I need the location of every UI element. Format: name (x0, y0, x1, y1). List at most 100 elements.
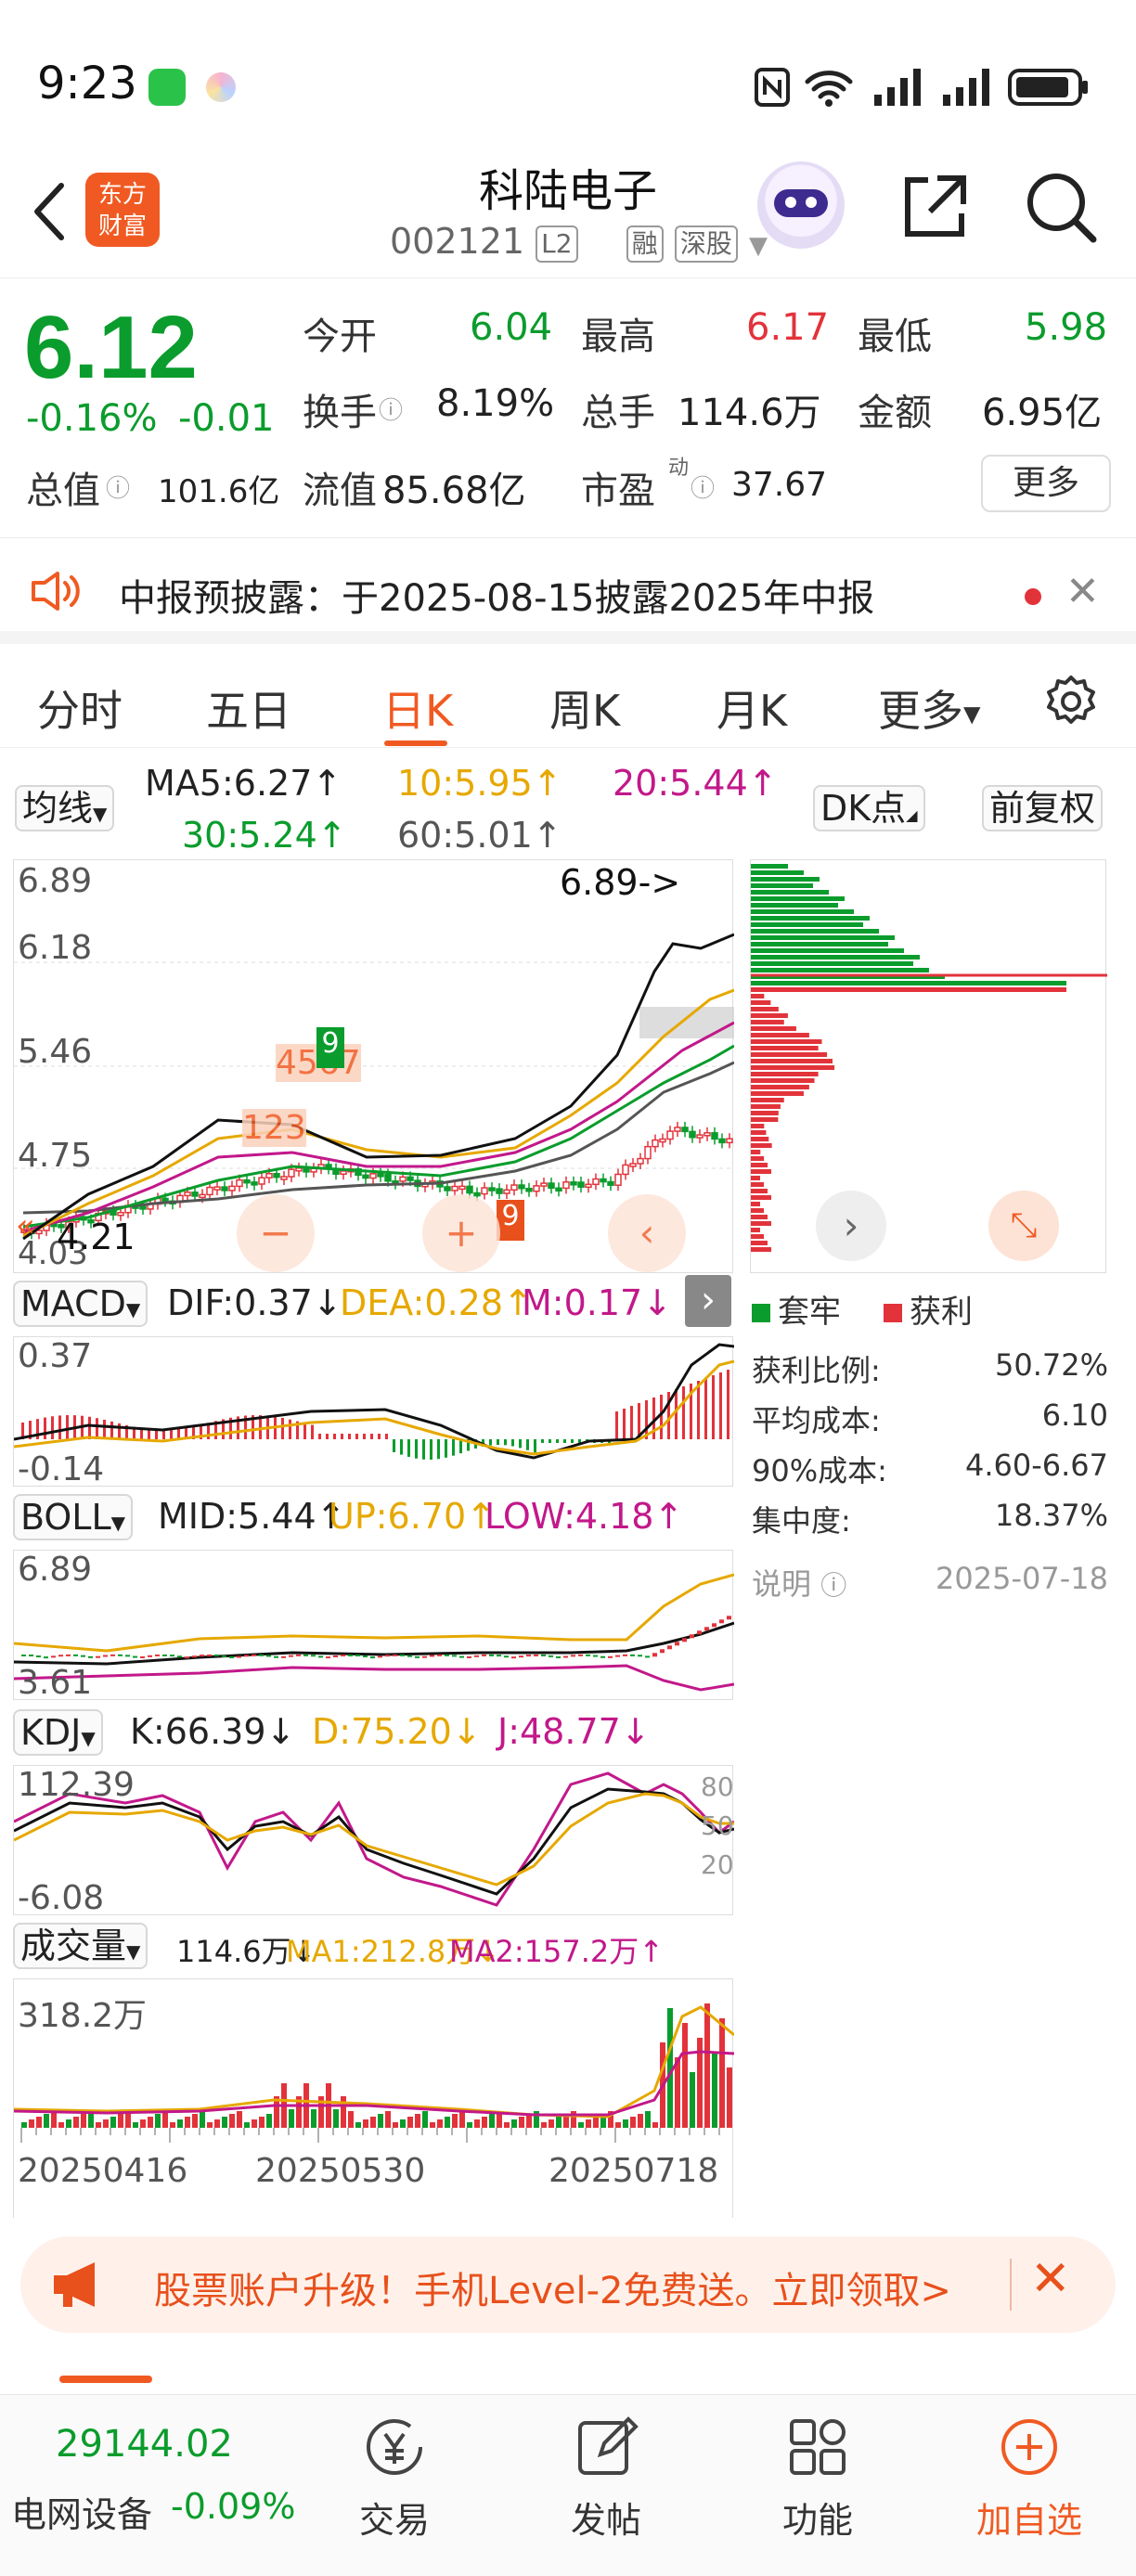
add-watchlist-button[interactable]: 加自选 (960, 2414, 1099, 2543)
macd-y-bottom: -0.14 (18, 1450, 105, 1488)
expand-panel-button[interactable]: › (685, 1275, 731, 1327)
boll-candle (378, 1655, 382, 1658)
zoom-out-button[interactable]: − (237, 1194, 315, 1272)
volume-selector[interactable]: 成交量▼ (13, 1923, 148, 1969)
chip-distribution[interactable]: › ⤡ (750, 859, 1107, 1273)
macd-bar (88, 1416, 91, 1439)
battery-icon (1008, 69, 1088, 106)
candle-body (444, 1186, 451, 1191)
pe-value: 37.67 (731, 466, 828, 504)
level2-tag: L2 (536, 225, 578, 263)
search-icon[interactable] (1021, 167, 1101, 247)
candle-body (228, 1185, 236, 1191)
scroll-start-icon[interactable]: « (16, 1207, 44, 1254)
tab-five-day[interactable]: 五日 (206, 677, 291, 739)
gear-icon[interactable] (1041, 672, 1101, 731)
volume-bar (719, 2018, 725, 2128)
info-icon: ⓘ (820, 1570, 847, 1601)
info-icon[interactable]: ⓘ (691, 470, 715, 504)
share-icon[interactable] (895, 167, 975, 247)
kline-chart[interactable]: 6.89 6.18 5.46 4.75 4.03 6.89-> 4.21 456… (13, 859, 734, 1273)
sector-name[interactable]: 电网设备 (11, 2486, 152, 2537)
chip-bar (751, 1215, 768, 1219)
chip-bar (751, 1228, 760, 1232)
margin-tag: 融 (626, 225, 664, 263)
tab-intraday[interactable]: 分时 (37, 677, 123, 739)
tab-indicator (384, 741, 447, 746)
trade-button[interactable]: 交易 (325, 2414, 464, 2543)
caret-down-icon: ▼ (81, 1727, 96, 1749)
close-icon[interactable]: ✕ (1065, 568, 1100, 615)
sector-index-value[interactable]: 29144.02 (56, 2423, 233, 2466)
volume-bar (148, 2117, 153, 2128)
boll-candle (185, 1656, 189, 1659)
dk-point-button[interactable]: DK点◢ (813, 785, 925, 831)
tab-daily-k[interactable]: 日K (382, 677, 453, 739)
boll-candle (407, 1655, 412, 1657)
adjust-button[interactable]: 前复权 (982, 785, 1104, 831)
kdj-k: K:66.39↓ (130, 1711, 296, 1752)
kdj-level-50: 50 (701, 1810, 734, 1841)
volume-bar (103, 2119, 109, 2128)
macd-selector[interactable]: MACD▼ (13, 1281, 148, 1327)
change-percent: -0.16% (26, 397, 158, 440)
scroll-left-button[interactable]: ‹ (608, 1194, 686, 1272)
chip-bar (751, 942, 888, 947)
info-icon[interactable]: ⓘ (379, 392, 403, 426)
max-price-marker: 6.89-> (560, 862, 681, 903)
candle-body (243, 1179, 251, 1184)
ma-selector[interactable]: 均线▼ (15, 785, 115, 831)
macd-chart[interactable]: 0.37 -0.14 (13, 1336, 734, 1488)
grid-icon (790, 2419, 846, 2475)
volume-chart[interactable]: 318.2万 20250416 20250530 20250718 (13, 1978, 734, 2218)
ai-assistant-avatar[interactable] (757, 161, 845, 249)
stock-code-row[interactable]: 002121 L2 融 深股 ▼ (390, 221, 768, 263)
kdj-chart[interactable]: 112.39 -6.08 80 50 20 (13, 1765, 734, 1917)
boll-candle (229, 1655, 234, 1658)
volume-bar (81, 2114, 86, 2128)
boll-candle (690, 1634, 694, 1639)
chip-bar (751, 1007, 779, 1011)
tab-weekly-k[interactable]: 周K (549, 677, 620, 739)
boll-candle (192, 1655, 197, 1658)
volume-bar (73, 2117, 79, 2128)
boll-candle (563, 1655, 568, 1658)
pe-dynamic-sup: 动 (668, 457, 690, 480)
chip-bar (751, 1098, 784, 1102)
candle-body (236, 1179, 243, 1188)
boll-chart[interactable]: 6.89 3.61 (13, 1550, 734, 1702)
macd-bar (719, 1372, 722, 1439)
boll-candle (549, 1655, 553, 1657)
amount-label: 金额 (858, 392, 932, 434)
quote-panel: 6.12 -0.16% -0.01 今开 6.04 最高 6.17 最低 5.9… (0, 278, 1136, 538)
macd-bar (162, 1429, 165, 1439)
macd-bar (556, 1439, 559, 1443)
kdj-selector[interactable]: KDJ▼ (13, 1709, 103, 1756)
candle-body (161, 1197, 169, 1203)
tab-more[interactable]: 更多▼ (878, 677, 980, 739)
boll-candle (467, 1655, 471, 1658)
promo-banner[interactable]: 股票账户升级！手机Level-2免费送。立即领取> ✕ (20, 2236, 1116, 2333)
more-quote-button[interactable]: 更多 (981, 455, 1111, 512)
chip-next-button[interactable]: › (816, 1191, 886, 1261)
chip-note[interactable]: 说明 ⓘ 2025-07-18 (752, 1561, 1108, 1604)
post-button[interactable]: 发帖 (536, 2414, 676, 2543)
notice-bar[interactable]: 中报预披露：于2025-08-15披露2025年中报 ✕ (0, 540, 1136, 644)
boll-candle (148, 1655, 152, 1657)
macd-dea: DEA:0.28↑ (340, 1282, 533, 1323)
boll-selector[interactable]: BOLL▼ (13, 1494, 134, 1540)
close-icon[interactable]: ✕ (1030, 2251, 1071, 2307)
caret-down-icon: ▼ (93, 803, 108, 825)
candle-body (659, 1138, 666, 1143)
tab-monthly-k[interactable]: 月K (716, 677, 787, 739)
zoom-in-button[interactable]: + (422, 1194, 500, 1272)
min-price-marker: 4.21 (57, 1217, 136, 1257)
candle-body (473, 1191, 481, 1197)
expand-icon[interactable]: ⤡ (988, 1191, 1059, 1261)
macd-bar (422, 1439, 425, 1460)
candle-body (265, 1173, 273, 1179)
macd-y-top: 0.37 (18, 1337, 93, 1375)
info-icon[interactable]: ⓘ (106, 470, 130, 504)
features-button[interactable]: 功能 (748, 2414, 887, 2543)
boll-candle (526, 1655, 531, 1657)
